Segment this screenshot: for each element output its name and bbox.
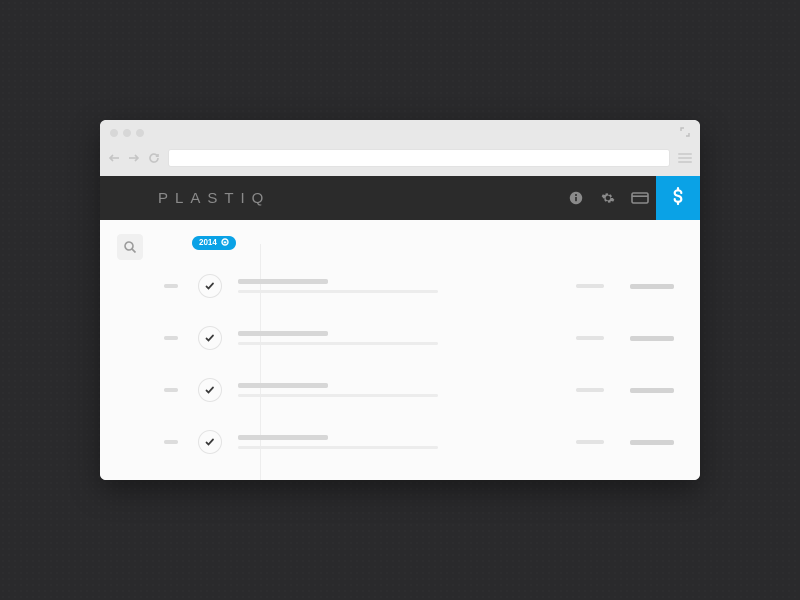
date-placeholder xyxy=(164,284,178,288)
gear-icon[interactable] xyxy=(592,176,624,220)
timeline-item[interactable] xyxy=(160,364,700,416)
window-close-icon[interactable] xyxy=(110,129,118,137)
item-meta xyxy=(576,388,700,393)
date-placeholder xyxy=(164,388,178,392)
browser-window: PLASTIQ 2014 xyxy=(100,120,700,480)
item-meta xyxy=(576,336,700,341)
item-meta xyxy=(576,284,700,289)
window-minimize-icon[interactable] xyxy=(123,129,131,137)
back-icon[interactable] xyxy=(108,152,120,164)
timeline-item[interactable] xyxy=(160,260,700,312)
reload-icon[interactable] xyxy=(148,152,160,164)
year-label: 2014 xyxy=(199,238,217,247)
info-icon[interactable] xyxy=(560,176,592,220)
search-button[interactable] xyxy=(117,234,143,260)
check-icon xyxy=(198,430,222,454)
timeline-item[interactable] xyxy=(160,416,700,468)
check-icon xyxy=(198,326,222,350)
item-text xyxy=(238,279,576,293)
pay-button[interactable] xyxy=(656,176,700,220)
timeline-item[interactable] xyxy=(160,312,700,364)
window-zoom-icon[interactable] xyxy=(136,129,144,137)
timeline-rows xyxy=(160,260,700,468)
year-badge[interactable]: 2014 xyxy=(192,236,236,250)
browser-titlebar xyxy=(100,120,700,146)
address-bar[interactable] xyxy=(168,149,670,167)
item-text xyxy=(238,331,576,345)
forward-icon[interactable] xyxy=(128,152,140,164)
card-icon[interactable] xyxy=(624,176,656,220)
browser-toolbar xyxy=(100,146,700,176)
chevron-down-icon xyxy=(221,238,229,248)
date-placeholder xyxy=(164,440,178,444)
content-area: 2014 xyxy=(100,220,700,480)
expand-icon[interactable] xyxy=(680,127,690,140)
date-placeholder xyxy=(164,336,178,340)
app-header: PLASTIQ xyxy=(100,176,700,220)
item-text xyxy=(238,435,576,449)
item-meta xyxy=(576,440,700,445)
check-icon xyxy=(198,378,222,402)
item-text xyxy=(238,383,576,397)
menu-icon[interactable] xyxy=(678,153,692,163)
check-icon xyxy=(198,274,222,298)
brand-logo: PLASTIQ xyxy=(158,190,270,207)
timeline: 2014 xyxy=(160,220,700,480)
